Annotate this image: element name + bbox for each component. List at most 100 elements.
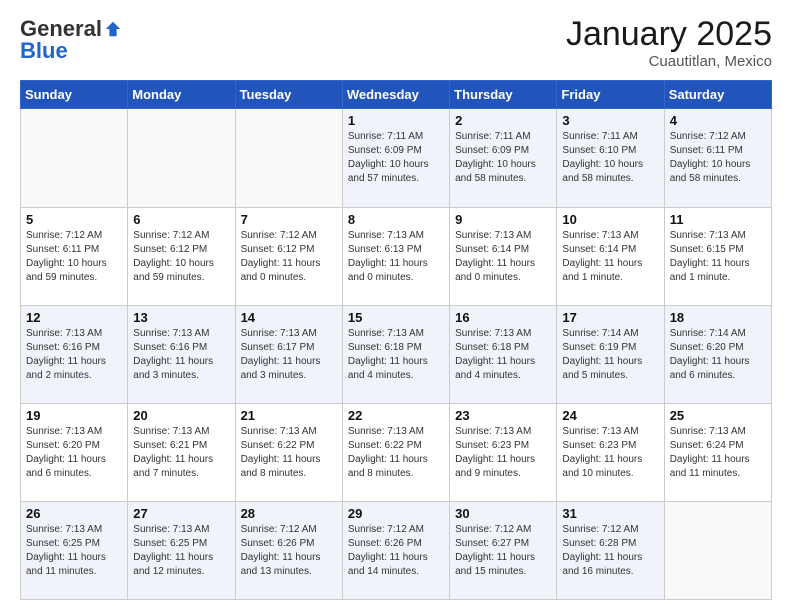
- day-info: Sunrise: 7:13 AM Sunset: 6:18 PM Dayligh…: [348, 327, 444, 383]
- calendar-cell: 26 Sunrise: 7:13 AM Sunset: 6:25 PM Dayli…: [21, 501, 128, 599]
- calendar-week-row: 5Sunrise: 7:12 AM Sunset: 6:11 PM Daylig…: [21, 207, 772, 305]
- calendar-cell: 7 Sunrise: 7:12 AM Sunset: 6:12 PM Daylig…: [235, 207, 342, 305]
- calendar-cell: 1 Sunrise: 7:11 AM Sunset: 6:09 PM Daylig…: [342, 109, 449, 207]
- calendar-cell: 28Sunrise: 7:12 AM Sunset: 6:26 PM Dayli…: [235, 501, 342, 599]
- calendar-cell: 16Sunrise: 7:13 AM Sunset: 6:18 PM Dayli…: [450, 305, 557, 403]
- day-info: Sunrise: 7:13 AM Sunset: 6:16 PM Dayligh…: [133, 327, 229, 383]
- day-info: Sunrise: 7:13 AM Sunset: 6:25 PM Dayligh…: [26, 523, 122, 579]
- day-number: 9: [455, 212, 551, 227]
- page: General Blue January 2025 Cuautitlan, Me…: [0, 0, 792, 612]
- day-info: Sunrise: 7:13 AM Sunset: 6:14 PM Dayligh…: [455, 229, 551, 285]
- calendar-cell: 20 Sunrise: 7:13 AM Sunset: 6:21 PM Dayli…: [128, 403, 235, 501]
- calendar-cell: 2 Sunrise: 7:11 AM Sunset: 6:09 PM Daylig…: [450, 109, 557, 207]
- day-number: 7: [241, 212, 337, 227]
- calendar-cell: 23 Sunrise: 7:13 AM Sunset: 6:23 PM Dayli…: [450, 403, 557, 501]
- day-number: 22: [348, 408, 444, 423]
- logo: General Blue: [20, 16, 122, 64]
- calendar-cell: 31 Sunrise: 7:12 AM Sunset: 6:28 PM Dayli…: [557, 501, 664, 599]
- day-info: Sunrise: 7:14 AM Sunset: 6:19 PM Dayligh…: [562, 327, 658, 383]
- day-number: 12: [26, 310, 122, 325]
- day-info: Sunrise: 7:12 AM Sunset: 6:28 PM Dayligh…: [562, 523, 658, 579]
- calendar-cell: 29 Sunrise: 7:12 AM Sunset: 6:26 PM Dayli…: [342, 501, 449, 599]
- calendar-cell: 3 Sunrise: 7:11 AM Sunset: 6:10 PM Daylig…: [557, 109, 664, 207]
- day-info: Sunrise: 7:13 AM Sunset: 6:24 PM Dayligh…: [670, 425, 766, 481]
- day-number: 11: [670, 212, 766, 227]
- day-number: 31: [562, 506, 658, 521]
- weekday-header-friday: Friday: [557, 81, 664, 109]
- calendar-cell: 8 Sunrise: 7:13 AM Sunset: 6:13 PM Daylig…: [342, 207, 449, 305]
- day-info: Sunrise: 7:13 AM Sunset: 6:14 PM Dayligh…: [562, 229, 658, 285]
- day-number: 29: [348, 506, 444, 521]
- day-info: Sunrise: 7:11 AM Sunset: 6:10 PM Dayligh…: [562, 130, 658, 186]
- weekday-header-thursday: Thursday: [450, 81, 557, 109]
- calendar-cell: 12Sunrise: 7:13 AM Sunset: 6:16 PM Dayli…: [21, 305, 128, 403]
- calendar-cell: 22 Sunrise: 7:13 AM Sunset: 6:22 PM Dayli…: [342, 403, 449, 501]
- calendar-cell: [235, 109, 342, 207]
- day-number: 20: [133, 408, 229, 423]
- day-info: Sunrise: 7:13 AM Sunset: 6:15 PM Dayligh…: [670, 229, 766, 285]
- weekday-header-sunday: Sunday: [21, 81, 128, 109]
- calendar-cell: 19 Sunrise: 7:13 AM Sunset: 6:20 PM Dayli…: [21, 403, 128, 501]
- day-info: Sunrise: 7:13 AM Sunset: 6:23 PM Dayligh…: [562, 425, 658, 481]
- calendar-cell: 10Sunrise: 7:13 AM Sunset: 6:14 PM Dayli…: [557, 207, 664, 305]
- day-info: Sunrise: 7:11 AM Sunset: 6:09 PM Dayligh…: [455, 130, 551, 186]
- day-number: 2: [455, 113, 551, 128]
- day-info: Sunrise: 7:12 AM Sunset: 6:11 PM Dayligh…: [26, 229, 122, 285]
- calendar-cell: 14 Sunrise: 7:13 AM Sunset: 6:17 PM Dayli…: [235, 305, 342, 403]
- day-number: 16: [455, 310, 551, 325]
- day-number: 23: [455, 408, 551, 423]
- calendar-week-row: 12 Sunrise: 7:13 AM Sunset: 6:16 PM Dayli…: [21, 305, 772, 403]
- day-number: 3: [562, 113, 658, 128]
- calendar-week-row: 19 Sunrise: 7:13 AM Sunset: 6:20 PM Dayli…: [21, 403, 772, 501]
- logo-icon: [104, 20, 122, 38]
- calendar-cell: 6 Sunrise: 7:12 AM Sunset: 6:12 PM Daylig…: [128, 207, 235, 305]
- calendar-cell: 17 Sunrise: 7:14 AM Sunset: 6:19 PM Dayli…: [557, 305, 664, 403]
- calendar-cell: 13Sunrise: 7:13 AM Sunset: 6:16 PM Dayli…: [128, 305, 235, 403]
- calendar-week-row: 26 Sunrise: 7:13 AM Sunset: 6:25 PM Dayli…: [21, 501, 772, 599]
- day-info: Sunrise: 7:11 AM Sunset: 6:09 PM Dayligh…: [348, 130, 444, 186]
- calendar-cell: 18Sunrise: 7:14 AM Sunset: 6:20 PM Dayli…: [664, 305, 771, 403]
- calendar-cell: 15 Sunrise: 7:13 AM Sunset: 6:18 PM Dayli…: [342, 305, 449, 403]
- logo-blue: Blue: [20, 38, 68, 63]
- calendar-cell: 30Sunrise: 7:12 AM Sunset: 6:27 PM Dayli…: [450, 501, 557, 599]
- calendar-cell: 9 Sunrise: 7:13 AM Sunset: 6:14 PM Daylig…: [450, 207, 557, 305]
- calendar-cell: 27Sunrise: 7:13 AM Sunset: 6:25 PM Dayli…: [128, 501, 235, 599]
- day-number: 17: [562, 310, 658, 325]
- calendar-cell: 24 Sunrise: 7:13 AM Sunset: 6:23 PM Dayli…: [557, 403, 664, 501]
- day-number: 26: [26, 506, 122, 521]
- day-number: 28: [241, 506, 337, 521]
- calendar-cell: [128, 109, 235, 207]
- header: General Blue January 2025 Cuautitlan, Me…: [20, 16, 772, 70]
- day-info: Sunrise: 7:13 AM Sunset: 6:21 PM Dayligh…: [133, 425, 229, 481]
- day-info: Sunrise: 7:12 AM Sunset: 6:12 PM Dayligh…: [241, 229, 337, 285]
- day-number: 15: [348, 310, 444, 325]
- day-number: 6: [133, 212, 229, 227]
- day-number: 19: [26, 408, 122, 423]
- calendar-cell: [21, 109, 128, 207]
- day-info: Sunrise: 7:14 AM Sunset: 6:20 PM Dayligh…: [670, 327, 766, 383]
- calendar-table: SundayMondayTuesdayWednesdayThursdayFrid…: [20, 80, 772, 600]
- day-info: Sunrise: 7:12 AM Sunset: 6:26 PM Dayligh…: [348, 523, 444, 579]
- day-number: 30: [455, 506, 551, 521]
- calendar-cell: 11 Sunrise: 7:13 AM Sunset: 6:15 PM Dayli…: [664, 207, 771, 305]
- day-info: Sunrise: 7:13 AM Sunset: 6:20 PM Dayligh…: [26, 425, 122, 481]
- day-info: Sunrise: 7:13 AM Sunset: 6:13 PM Dayligh…: [348, 229, 444, 285]
- day-info: Sunrise: 7:12 AM Sunset: 6:12 PM Dayligh…: [133, 229, 229, 285]
- calendar-week-row: 1 Sunrise: 7:11 AM Sunset: 6:09 PM Daylig…: [21, 109, 772, 207]
- day-info: Sunrise: 7:12 AM Sunset: 6:11 PM Dayligh…: [670, 130, 766, 186]
- calendar-cell: 5Sunrise: 7:12 AM Sunset: 6:11 PM Daylig…: [21, 207, 128, 305]
- day-info: Sunrise: 7:13 AM Sunset: 6:22 PM Dayligh…: [241, 425, 337, 481]
- day-info: Sunrise: 7:13 AM Sunset: 6:22 PM Dayligh…: [348, 425, 444, 481]
- day-info: Sunrise: 7:13 AM Sunset: 6:25 PM Dayligh…: [133, 523, 229, 579]
- calendar-cell: 21Sunrise: 7:13 AM Sunset: 6:22 PM Dayli…: [235, 403, 342, 501]
- day-number: 8: [348, 212, 444, 227]
- day-number: 1: [348, 113, 444, 128]
- weekday-header-row: SundayMondayTuesdayWednesdayThursdayFrid…: [21, 81, 772, 109]
- location: Cuautitlan, Mexico: [566, 53, 772, 70]
- day-number: 24: [562, 408, 658, 423]
- calendar-cell: [664, 501, 771, 599]
- calendar-cell: 4Sunrise: 7:12 AM Sunset: 6:11 PM Daylig…: [664, 109, 771, 207]
- day-number: 14: [241, 310, 337, 325]
- day-info: Sunrise: 7:13 AM Sunset: 6:23 PM Dayligh…: [455, 425, 551, 481]
- day-info: Sunrise: 7:13 AM Sunset: 6:17 PM Dayligh…: [241, 327, 337, 383]
